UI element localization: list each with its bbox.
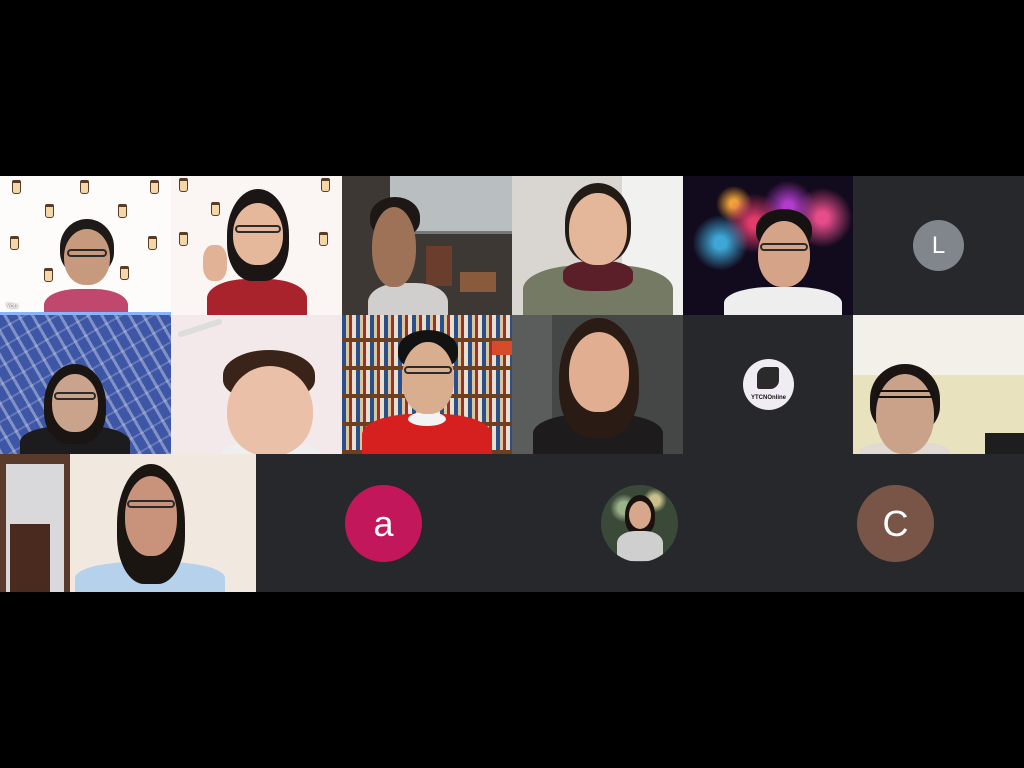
boba-pattern-icon: [319, 232, 328, 246]
participant-tile[interactable]: [512, 315, 683, 454]
participant-tile[interactable]: YTCNOnline: [683, 315, 853, 454]
boba-pattern-icon: [12, 180, 21, 194]
participant-video: [368, 187, 448, 315]
participant-video: [211, 350, 331, 454]
boba-pattern-icon: [321, 178, 330, 192]
participant-video: [20, 364, 130, 454]
ceiling-fan-icon: [177, 318, 223, 338]
dragon-logo-icon: [757, 367, 779, 389]
participant-tile[interactable]: [853, 315, 1024, 454]
participant-tile[interactable]: [512, 454, 768, 592]
boba-pattern-icon: [179, 232, 188, 246]
avatar-badge-text: YTCNOnline: [750, 395, 786, 401]
participant-tile[interactable]: [0, 315, 171, 454]
participant-tile[interactable]: [512, 176, 683, 315]
participant-tile[interactable]: [171, 176, 342, 315]
participant-avatar: a: [345, 485, 422, 562]
peace-sign-hand: [202, 245, 227, 281]
boba-pattern-icon: [150, 180, 159, 194]
participant-tile-self[interactable]: You: [0, 176, 171, 315]
participant-tile[interactable]: [0, 454, 256, 592]
participant-avatar: L: [913, 220, 964, 271]
self-label: You: [6, 303, 18, 310]
participant-video: [75, 464, 225, 592]
avatar-initial: C: [882, 502, 909, 544]
participant-video: [860, 364, 950, 454]
participant-tile[interactable]: [171, 315, 342, 454]
participant-video: [522, 183, 673, 315]
boba-pattern-icon: [80, 180, 89, 194]
participant-video: [197, 187, 317, 315]
participant-tile[interactable]: C: [768, 454, 1024, 592]
participant-grid: You L YTCNOnline a C: [0, 176, 1024, 592]
participant-tile[interactable]: [342, 315, 512, 454]
participant-tile[interactable]: [683, 176, 853, 315]
participant-tile[interactable]: [342, 176, 512, 315]
boba-pattern-icon: [179, 178, 188, 192]
avatar-initial: a: [373, 502, 394, 544]
participant-tile[interactable]: a: [256, 454, 512, 592]
participant-video: [362, 330, 492, 454]
participant-video: [532, 318, 663, 454]
participant-avatar-image: [601, 485, 678, 562]
avatar-initial: L: [931, 231, 946, 259]
participant-video: [724, 209, 842, 315]
boba-pattern-icon: [10, 236, 19, 250]
boba-pattern-icon: [148, 236, 157, 250]
participant-video: [36, 211, 136, 315]
participant-avatar: C: [857, 485, 934, 562]
participant-tile[interactable]: L: [853, 176, 1024, 315]
participant-avatar-image: YTCNOnline: [743, 359, 794, 410]
